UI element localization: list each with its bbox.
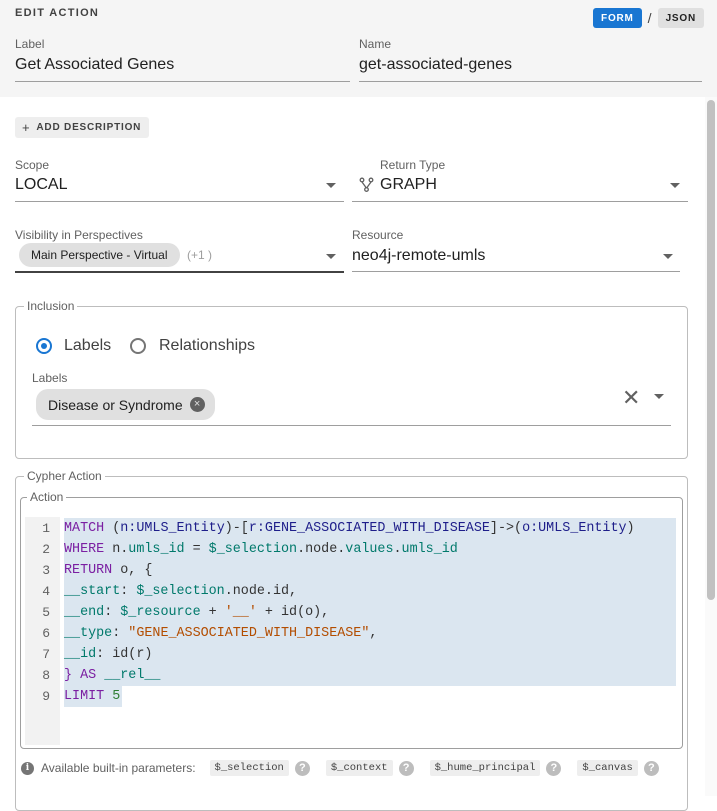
scope-chevron-down-icon[interactable]: [326, 183, 336, 188]
labels-radio[interactable]: [36, 338, 52, 354]
return-type-underline: [352, 201, 688, 202]
resource-chevron-down-icon[interactable]: [663, 254, 673, 259]
code-text: WHERE n.umls_id = $_selection.node.value…: [64, 539, 676, 560]
help-icon[interactable]: ?: [294, 760, 310, 776]
line-number: 7: [42, 647, 50, 662]
code-text: __end: $_resource + '__' + id(o),: [64, 602, 676, 623]
add-description-label: ADD DESCRIPTION: [36, 122, 142, 133]
name-input[interactable]: get-associated-genes: [359, 56, 512, 74]
perspective-chip[interactable]: Main Perspective - Virtual: [19, 243, 180, 267]
inclusion-legend: Inclusion: [27, 299, 75, 313]
line-number: 2: [42, 542, 50, 557]
cypher-code-editor[interactable]: 1 MATCH (n:UMLS_Entity)-[r:GENE_ASSOCIATE…: [25, 517, 676, 745]
code-text: MATCH (n:UMLS_Entity)-[r:GENE_ASSOCIATED…: [64, 518, 676, 539]
param-context: $_context: [325, 760, 393, 776]
return-type-select[interactable]: GRAPH: [380, 176, 437, 194]
param-selection: $_selection: [209, 760, 289, 776]
return-type-label: Return Type: [380, 158, 446, 172]
builtin-parameters: i Available built-in parameters: $_selec…: [21, 760, 659, 776]
graph-branch-icon: [359, 177, 374, 197]
line-number: 4: [42, 584, 50, 599]
scrollbar[interactable]: [705, 97, 717, 796]
label-field-label: Label: [15, 37, 45, 51]
code-text: LIMIT 5: [64, 686, 123, 707]
visibility-underline: [15, 271, 344, 273]
return-type-chevron-down-icon[interactable]: [670, 183, 680, 188]
param-canvas: $_canvas: [577, 760, 638, 776]
clear-icon[interactable]: ✕: [622, 385, 640, 411]
code-text: } AS __rel__: [64, 665, 676, 686]
relationships-radio-label[interactable]: Relationships: [159, 337, 255, 355]
help-icon[interactable]: ?: [546, 760, 562, 776]
scope-select[interactable]: LOCAL: [15, 176, 67, 194]
visibility-label: Visibility in Perspectives: [15, 228, 143, 242]
resource-select[interactable]: neo4j-remote-umls: [352, 247, 485, 265]
json-mode-button[interactable]: JSON: [657, 8, 704, 28]
scope-label: Scope: [15, 158, 50, 172]
plus-icon: +: [22, 120, 31, 135]
edit-action-header: EDIT ACTION FORM / JSON Label Get Associ…: [0, 0, 717, 97]
form-mode-button[interactable]: FORM: [593, 8, 642, 28]
line-number: 6: [42, 626, 50, 641]
add-description-button[interactable]: + ADD DESCRIPTION: [15, 117, 150, 138]
action-legend: Action: [30, 490, 64, 504]
scope-underline: [15, 201, 344, 202]
relationships-radio[interactable]: [130, 338, 146, 354]
visibility-chevron-down-icon[interactable]: [326, 254, 336, 259]
name-input-underline: [359, 81, 702, 82]
code-text: RETURN o, {: [64, 560, 676, 581]
label-chip-text: Disease or Syndrome: [48, 396, 183, 413]
labels-radio-label[interactable]: Labels: [64, 337, 111, 355]
help-icon[interactable]: ?: [643, 760, 659, 776]
cypher-action-legend: Cypher Action: [27, 469, 102, 483]
labels-chevron-down-icon[interactable]: [654, 394, 664, 399]
resource-label: Resource: [352, 228, 404, 242]
labels-underline: [32, 425, 671, 426]
line-number: 9: [42, 689, 50, 704]
line-number: 1: [42, 521, 50, 536]
visibility-more-count: (+1 ): [187, 248, 213, 262]
line-number: 8: [42, 668, 50, 683]
name-field-label: Name: [359, 37, 392, 51]
line-number: 3: [42, 563, 50, 578]
inclusion-fieldset: Inclusion: [15, 299, 688, 459]
param-hume-principal: $_hume_principal: [429, 760, 541, 776]
mode-switch: FORM / JSON: [593, 8, 704, 28]
scrollbar-thumb[interactable]: [707, 100, 715, 600]
line-number: 5: [42, 605, 50, 620]
page-title: EDIT ACTION: [15, 7, 100, 19]
labels-field-label: Labels: [32, 371, 68, 385]
label-input-underline: [15, 81, 350, 82]
code-text: __start: $_selection.node.id,: [64, 581, 676, 602]
builtin-parameters-label: Available built-in parameters:: [41, 761, 196, 775]
help-icon[interactable]: ?: [398, 760, 414, 776]
code-text: __id: id(r): [64, 644, 676, 665]
info-icon: i: [21, 761, 34, 775]
chip-remove-icon[interactable]: ×: [189, 397, 205, 412]
code-text: __type: "GENE_ASSOCIATED_WITH_DISEASE",: [64, 623, 676, 644]
label-input[interactable]: Get Associated Genes: [15, 56, 174, 74]
resource-underline: [352, 271, 680, 272]
label-chip[interactable]: Disease or Syndrome ×: [36, 389, 215, 420]
mode-separator: /: [647, 10, 652, 26]
